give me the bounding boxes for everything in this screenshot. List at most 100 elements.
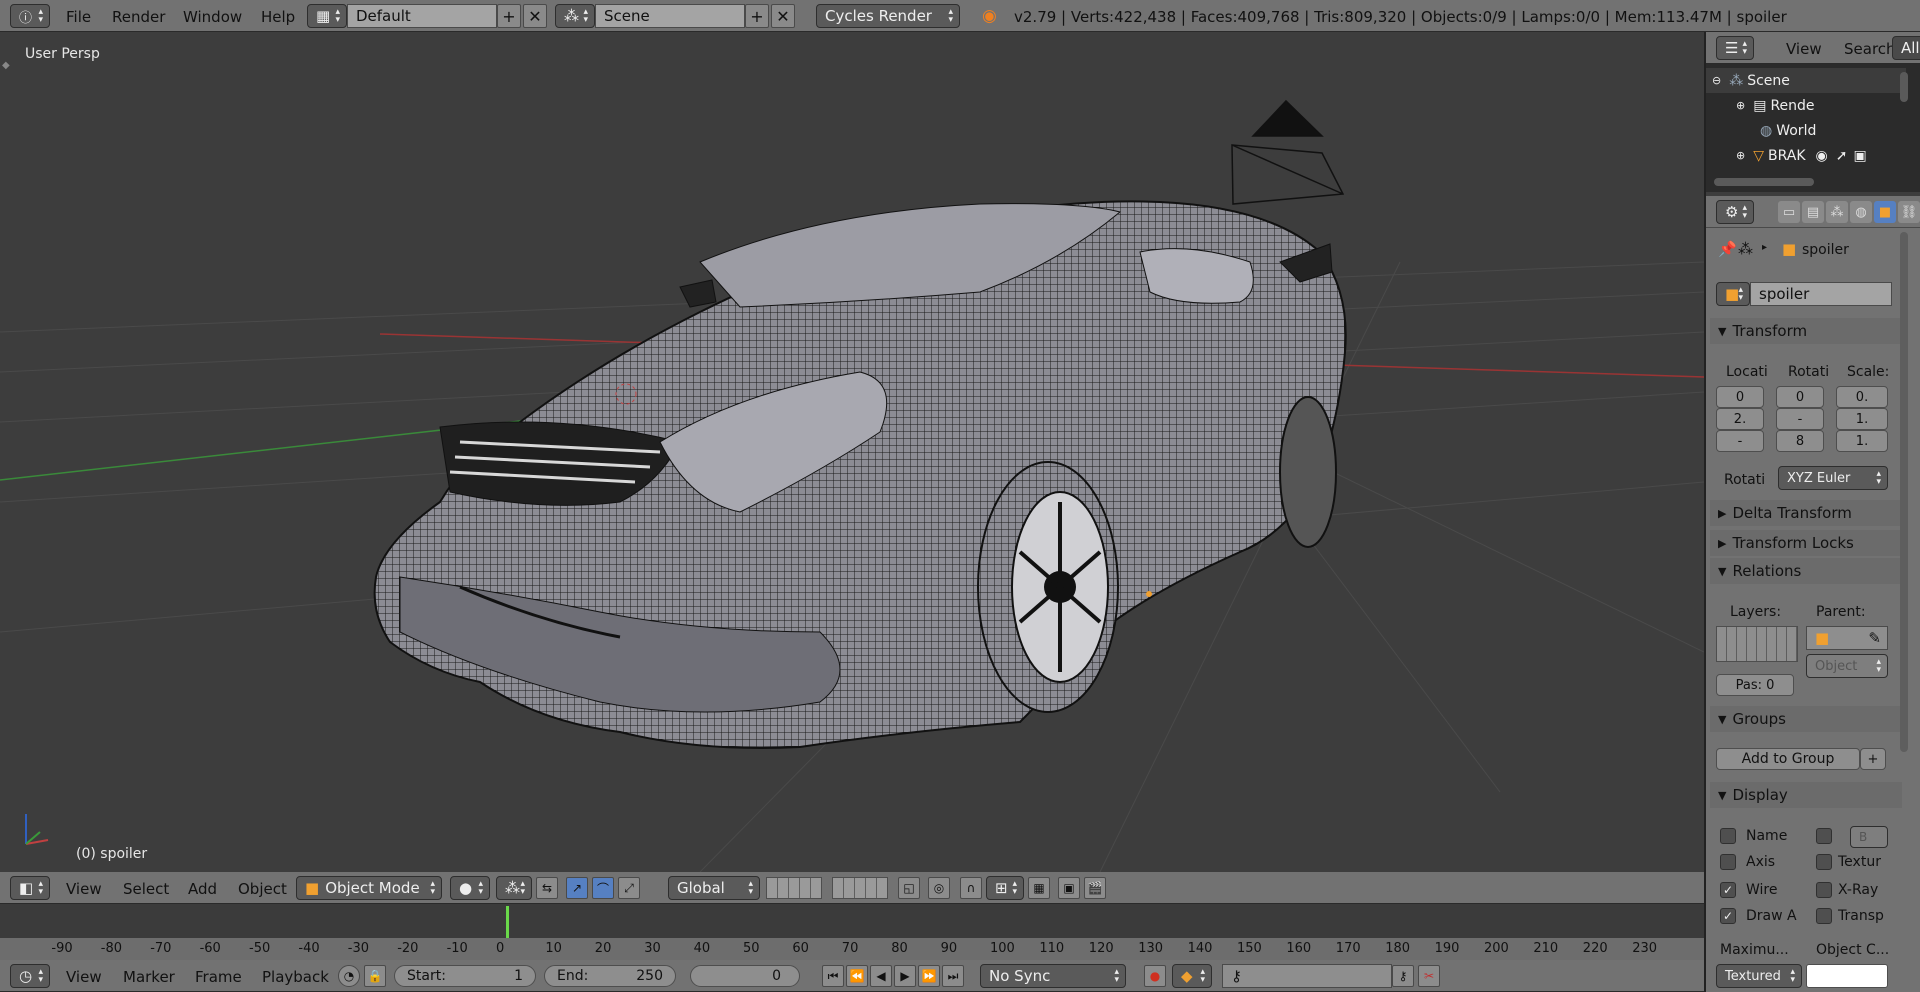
render-engine-select[interactable]: Cycles Render ▴ ▾ [816,4,960,28]
renderability-camera-icon[interactable]: ▣ [1853,148,1866,164]
delete-keyframe-button[interactable]: ✂ [1418,965,1440,987]
relations-panel-header[interactable]: ▼ Relations [1710,558,1902,584]
car-mesh[interactable] [373,200,1347,749]
sync-mode-select[interactable]: No Sync ▴ ▾ [980,964,1126,988]
add-group-plus-button[interactable]: + [1860,748,1886,770]
expand-icon[interactable]: ⊕ [1736,149,1745,162]
timeline-menu-playback[interactable]: Playback [262,968,329,986]
insert-keyframe-button[interactable]: ⚷ [1392,965,1414,987]
3d-menu-object[interactable]: Object [238,880,287,898]
rotate-manipulator-button[interactable]: ⌒ [592,877,614,899]
jump-to-end-button[interactable]: ⏭ [942,965,964,987]
proportional-edit-button[interactable]: ◎ [928,877,950,899]
transform-panel-header[interactable]: ▼ Transform [1710,318,1902,344]
expand-icon[interactable]: ⊕ [1736,99,1745,112]
display-axis-checkbox[interactable] [1720,854,1736,870]
outliner-row-object[interactable]: ⊕ ▽ BRAK ◉ ➚ ▣ [1706,143,1906,168]
scene-name-field[interactable]: Scene [595,4,745,28]
add-to-group-button[interactable]: Add to Group [1716,748,1860,770]
object-color-swatch[interactable] [1806,964,1888,988]
transform-orientation-select[interactable]: Global ▴ ▾ [668,876,760,900]
display-panel-header[interactable]: ▼ Display [1710,782,1902,808]
snap-element-select[interactable]: ⊞ ▴ ▾ [986,876,1024,900]
outliner-menu-search[interactable]: Search [1844,40,1896,58]
selectability-cursor-icon[interactable]: ➚ [1836,148,1848,164]
add-scene-button[interactable]: + [745,4,769,28]
properties-scrollbar[interactable] [1900,232,1908,752]
display-xray-checkbox[interactable] [1816,882,1832,898]
display-bounds-checkbox[interactable] [1816,828,1832,844]
menu-render[interactable]: Render [112,8,165,26]
viewport-shading-select[interactable]: ● ▴ ▾ [450,876,490,900]
parent-type-select[interactable]: Object ▴ ▾ [1806,654,1888,678]
display-draw-all-edges-checkbox[interactable]: ✓ [1720,908,1736,924]
collapse-icon[interactable]: ⊖ [1712,74,1721,87]
display-wire-checkbox[interactable]: ✓ [1720,882,1736,898]
location-y-field[interactable]: 2. [1716,408,1764,430]
3d-menu-view[interactable]: View [66,880,102,898]
parent-object-field[interactable]: ■ ✎ [1806,626,1888,650]
object-name-field[interactable]: spoiler [1750,282,1892,306]
outliner-row-world[interactable]: ◍ World [1706,118,1906,143]
pin-icon[interactable]: 📌 [1718,240,1737,258]
timeline-menu-view[interactable]: View [66,968,102,986]
jump-to-prev-keyframe-button[interactable]: ⏪ [846,965,868,987]
screen-layout-name-field[interactable]: Default [347,4,497,28]
translate-manipulator-button[interactable]: ↗ [566,877,588,899]
pivot-point-select[interactable]: ⁂ ▴ ▾ [496,876,532,900]
properties-editor-type-select[interactable]: ⚙ ▴ ▾ [1716,200,1754,224]
rotation-x-field[interactable]: 0 [1776,386,1824,408]
scene-layers-grid-2[interactable] [832,877,888,899]
display-texture-space-checkbox[interactable] [1816,854,1832,870]
timeline-editor-type-select[interactable]: ◷ ▴ ▾ [10,964,50,988]
outliner-scrollbar-vertical[interactable] [1900,72,1908,102]
object-datablock-select[interactable]: ■ ▴ ▾ [1716,282,1750,306]
3d-viewport[interactable]: User Persp (0) spoiler ◆ [0,32,1704,872]
start-frame-field[interactable]: Start: 1 [394,965,536,987]
menu-file[interactable]: File [66,8,91,26]
delta-transform-panel-header[interactable]: ▶ Delta Transform [1710,500,1902,526]
camera-object[interactable] [1231,99,1345,205]
scale-z-field[interactable]: 1. [1836,430,1888,452]
menu-window[interactable]: Window [183,8,242,26]
timeline-menu-marker[interactable]: Marker [123,968,175,986]
play-button[interactable]: ▶ [894,965,916,987]
groups-panel-header[interactable]: ▼ Groups [1710,706,1902,732]
location-x-field[interactable]: 0 [1716,386,1764,408]
menu-help[interactable]: Help [261,8,295,26]
rotation-z-field[interactable]: 8 [1776,430,1824,452]
visibility-eye-icon[interactable]: ◉ [1816,148,1828,164]
preview-range-button[interactable]: ◔ [338,965,360,987]
interaction-mode-select[interactable]: ■ Object Mode ▴ ▾ [296,876,442,900]
location-z-field[interactable]: - [1716,430,1764,452]
scale-y-field[interactable]: 1. [1836,408,1888,430]
3d-menu-select[interactable]: Select [123,880,169,898]
delete-scene-button[interactable]: ✕ [771,4,795,28]
opengl-render-image-button[interactable]: ▣ [1058,877,1080,899]
viewport-toolshelf-toggle-icon[interactable]: ◆ [2,60,10,71]
rotation-y-field[interactable]: - [1776,408,1824,430]
scene-tab-icon[interactable]: ⁂ [1826,201,1848,223]
timeline-menu-frame[interactable]: Frame [195,968,242,986]
current-frame-field[interactable]: 0 [690,965,800,987]
object-tab-icon[interactable]: ■ [1874,201,1896,223]
current-frame-indicator[interactable] [506,906,509,938]
constraints-tab-icon[interactable]: ⛓ [1898,201,1920,223]
max-draw-type-select[interactable]: Textured ▴ ▾ [1716,964,1802,988]
add-layout-button[interactable]: + [497,4,521,28]
keying-set-type-select[interactable]: ◆ ▴ ▾ [1172,964,1212,988]
render-tab-icon[interactable]: ▭ [1778,201,1800,223]
area-splitter-vertical[interactable] [1704,32,1706,992]
timeline-area[interactable]: -90 -80 -70 -60 -50 -40 -30 -20 -10 0 10 20 30 40 50 60… [0,904,1704,960]
display-name-checkbox[interactable] [1720,828,1736,844]
3d-view-editor-type-select[interactable]: ◧ ▴ ▾ [10,876,50,900]
bounds-type-select[interactable]: B [1850,826,1888,848]
auto-keying-button[interactable]: ● [1144,965,1166,987]
rotation-mode-select[interactable]: XYZ Euler ▴ ▾ [1778,466,1888,490]
3d-menu-add[interactable]: Add [188,880,217,898]
render-layers-tab-icon[interactable]: ▤ [1802,201,1824,223]
snap-toggle-button[interactable]: ∩ [960,877,982,899]
play-reverse-button[interactable]: ◀ [870,965,892,987]
display-transparency-checkbox[interactable] [1816,908,1832,924]
jump-to-start-button[interactable]: ⏮ [822,965,844,987]
